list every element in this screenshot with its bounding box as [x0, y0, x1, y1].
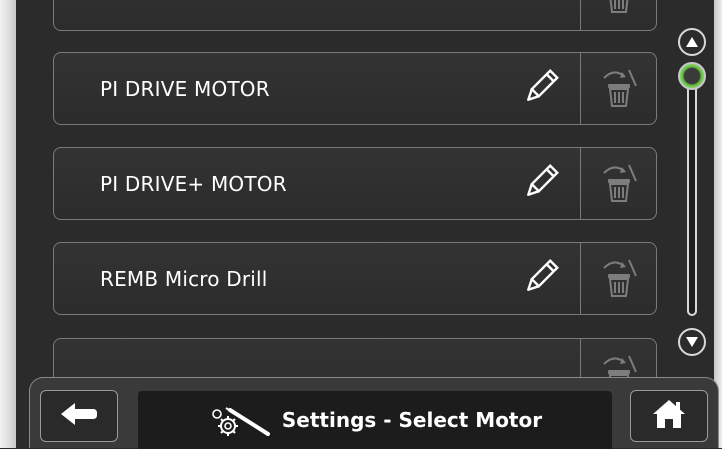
home-icon: [651, 398, 687, 434]
page-title: Settings - Select Motor: [281, 408, 543, 432]
delete-button[interactable]: [581, 243, 657, 314]
scroll-down-button[interactable]: [678, 328, 706, 356]
home-button[interactable]: [630, 390, 708, 442]
motor-row-remb-micro-drill[interactable]: REMB Micro Drill: [53, 242, 657, 315]
bottom-bar: Settings - Select Motor: [29, 377, 719, 449]
scroll-thumb[interactable]: [678, 62, 706, 90]
motor-row-label: REMB Micro Drill: [100, 266, 268, 291]
triangle-up-icon: [685, 33, 699, 52]
scroll-up-button[interactable]: [678, 28, 706, 56]
trash-icon: [596, 0, 642, 20]
scroll-track[interactable]: [687, 64, 697, 316]
pencil-icon: [521, 162, 561, 206]
motor-row-label: PI DRIVE+ MOTOR: [100, 171, 287, 196]
edit-button[interactable]: [520, 257, 562, 301]
delete-button[interactable]: [581, 53, 657, 124]
edit-button[interactable]: [520, 67, 562, 111]
trash-icon: [596, 64, 642, 114]
page-title-box: Settings - Select Motor: [138, 391, 612, 449]
delete-button[interactable]: [581, 148, 657, 219]
motor-settings-icon: [208, 400, 276, 440]
motor-row[interactable]: [53, 0, 657, 31]
motor-row-pi-drive[interactable]: PI DRIVE MOTOR: [53, 52, 657, 125]
list-scrollbar[interactable]: [676, 22, 712, 362]
back-button[interactable]: [40, 390, 118, 442]
motor-row-label: PI DRIVE MOTOR: [100, 76, 270, 101]
motor-row-pi-drive-plus[interactable]: PI DRIVE+ MOTOR: [53, 147, 657, 220]
motor-list: PI DRIVE MOTOR PI DRIVE+ MOTOR REMB Micr…: [16, 0, 714, 385]
pencil-icon: [521, 257, 561, 301]
triangle-down-icon: [685, 333, 699, 352]
edit-button[interactable]: [520, 162, 562, 206]
delete-button[interactable]: [581, 0, 657, 30]
arrow-left-icon: [59, 401, 99, 431]
screen-bezel-left: [0, 0, 16, 448]
trash-icon: [596, 254, 642, 304]
pencil-icon: [521, 67, 561, 111]
trash-icon: [596, 159, 642, 209]
